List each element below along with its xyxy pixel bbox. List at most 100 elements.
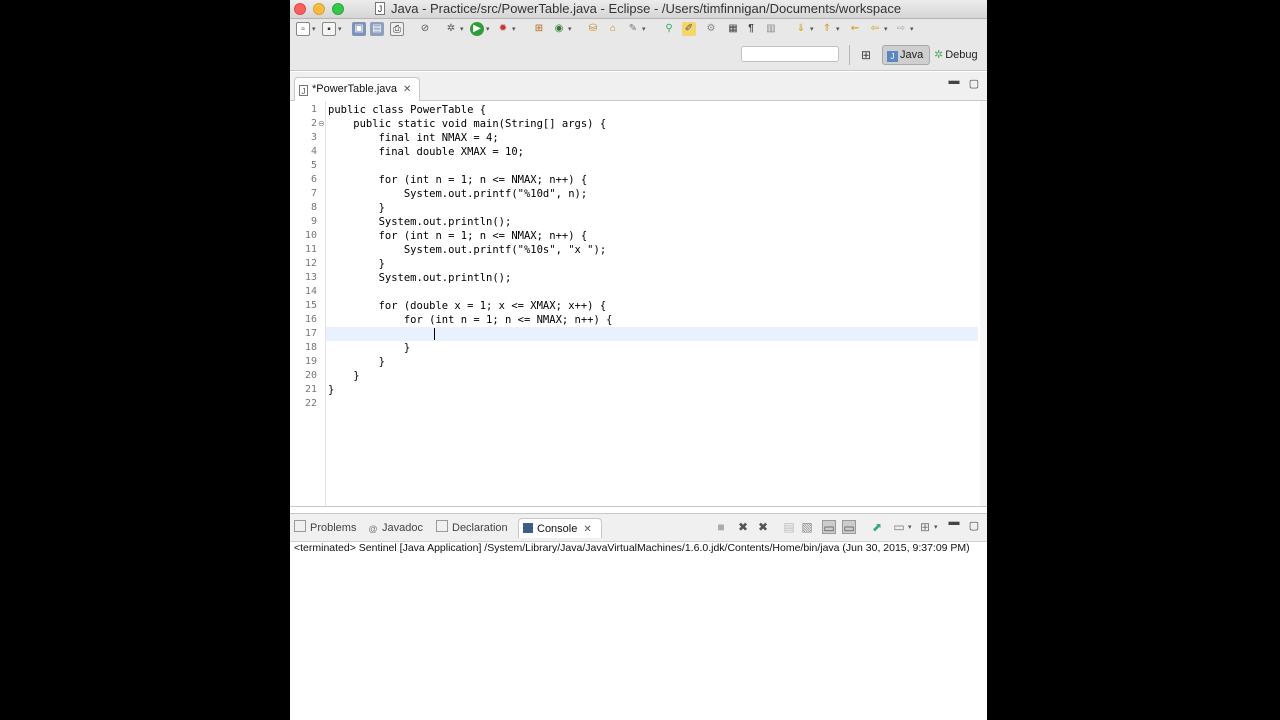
minimize-editor-icon[interactable]: ▬ [948, 75, 960, 87]
debug-gear-icon[interactable]: ✲ [444, 22, 458, 36]
editor-scrollbar[interactable] [980, 101, 987, 506]
editor-tab-powertable[interactable]: J *PowerTable.java ✕ [294, 77, 420, 101]
code-line[interactable]: 22 [290, 397, 987, 411]
code-text: final double XMAX = 10; [328, 146, 524, 158]
search-dropdown-icon[interactable]: ▾ [642, 25, 646, 33]
search-icon[interactable]: ✎ [626, 22, 640, 36]
tab-console[interactable]: Console ✕ [518, 518, 602, 538]
remove-launch-icon[interactable]: ✖ [736, 520, 750, 534]
open-folder-icon[interactable]: ⌂ [606, 22, 620, 36]
next-annotation-dropdown-icon[interactable]: ▾ [810, 25, 814, 33]
save-icon[interactable]: ▣ [352, 22, 366, 36]
tab-javadoc[interactable]: @ Javadoc [368, 518, 423, 538]
code-line[interactable]: 18 } [290, 341, 987, 355]
line-number: 10 [304, 230, 317, 241]
code-line[interactable]: 9 System.out.println(); [290, 215, 987, 229]
previous-annotation-dropdown-icon[interactable]: ▾ [836, 25, 840, 33]
code-line[interactable]: 13 System.out.println(); [290, 271, 987, 285]
display-console-icon[interactable]: ▭ [892, 520, 906, 534]
code-line[interactable]: 8 } [290, 201, 987, 215]
new-java-class-icon[interactable]: ◉ [552, 22, 566, 36]
remove-all-launches-icon[interactable]: ✖ [756, 520, 770, 534]
print-icon[interactable]: ⎙ [390, 22, 404, 36]
debug-dropdown-icon[interactable]: ▾ [460, 25, 464, 33]
scroll-lock-icon[interactable]: ▧ [800, 520, 814, 534]
console-status-text: <terminated> Sentinel [Java Application]… [294, 542, 970, 554]
markers-icon[interactable]: ▥ [764, 22, 778, 36]
maximize-console-icon[interactable]: ▢ [968, 519, 980, 532]
toolbar-separator [849, 45, 850, 65]
debug-icon[interactable]: ✹ [496, 22, 510, 36]
back-icon[interactable]: ⇦ [868, 22, 882, 36]
close-window-button[interactable] [294, 3, 306, 15]
code-line[interactable]: 21} [290, 383, 987, 397]
console-output[interactable] [290, 556, 987, 720]
java-perspective-button[interactable]: J Java [882, 45, 930, 65]
open-console-dropdown-icon[interactable]: ▾ [934, 523, 938, 531]
declaration-icon [436, 520, 448, 532]
open-console-icon[interactable]: ⊞ [918, 520, 932, 534]
pin-console-icon[interactable]: ⬈ [870, 520, 884, 534]
code-line[interactable]: 10 for (int n = 1; n <= NMAX; n++) { [290, 229, 987, 243]
code-line[interactable]: 7 System.out.printf("%10d", n); [290, 187, 987, 201]
code-line[interactable]: 12 } [290, 257, 987, 271]
open-type-icon[interactable]: ⛁ [586, 22, 600, 36]
code-editor[interactable]: 1 public class PowerTable {2 ⊖ public stat… [290, 101, 987, 507]
code-line[interactable]: 20 } [290, 369, 987, 383]
new-class-dropdown-icon[interactable]: ▾ [568, 25, 572, 33]
show-on-stdout-icon[interactable]: ▭ [822, 520, 836, 535]
code-line[interactable]: 19 } [290, 355, 987, 369]
code-line[interactable]: 14 [290, 285, 987, 299]
minimize-window-button[interactable] [313, 3, 325, 15]
new-project-dropdown-icon[interactable]: ▾ [338, 25, 342, 33]
annotation-icon[interactable]: ⚙ [704, 22, 718, 36]
close-tab-icon[interactable]: ✕ [403, 79, 411, 101]
code-line[interactable]: 11 System.out.printf("%10s", "x "); [290, 243, 987, 257]
last-edit-icon[interactable]: ⇜ [848, 22, 862, 36]
toggle-mark-icon[interactable]: ⚲ [662, 22, 676, 36]
code-line[interactable]: 2 ⊖ public static void main(String[] args… [290, 117, 987, 131]
fold-toggle-icon[interactable]: ⊖ [318, 117, 325, 131]
java-perspective-label: Java [900, 49, 924, 61]
quick-access-input[interactable] [741, 46, 839, 62]
close-console-tab-icon[interactable]: ✕ [583, 520, 591, 540]
new-dropdown-icon[interactable]: ▾ [312, 25, 316, 33]
tab-declaration[interactable]: Declaration [436, 518, 508, 538]
line-number: 7 [310, 188, 317, 199]
code-line[interactable]: 5 [290, 159, 987, 173]
code-line[interactable]: 16 for (int n = 1; n <= NMAX; n++) { [290, 313, 987, 327]
show-on-stderr-icon[interactable]: ▭ [842, 520, 856, 535]
new-project-icon[interactable]: ▪ [322, 22, 336, 36]
code-line[interactable]: 6 for (int n = 1; n <= NMAX; n++) { [290, 173, 987, 187]
clear-console-icon[interactable]: ▤ [782, 520, 796, 534]
save-all-icon[interactable]: ▤ [370, 22, 384, 36]
display-console-dropdown-icon[interactable]: ▾ [908, 523, 912, 531]
next-annotation-icon[interactable]: ⇓ [794, 22, 808, 36]
minimize-console-icon[interactable]: ▬ [948, 516, 960, 528]
maximize-editor-icon[interactable]: ▢ [968, 77, 980, 90]
open-perspective-icon[interactable]: ⊞ [858, 47, 874, 63]
new-icon[interactable]: ▫ [296, 22, 310, 36]
code-text: } [328, 356, 385, 368]
code-line[interactable]: 17 [290, 327, 987, 341]
forward-dropdown-icon[interactable]: ▾ [910, 25, 914, 33]
forward-icon[interactable]: ⇨ [894, 22, 908, 36]
show-whitespace-icon[interactable]: ¶ [744, 22, 758, 36]
debug-perspective-button[interactable]: ✲ Debug [934, 45, 986, 65]
run-dropdown-icon[interactable]: ▾ [486, 25, 490, 33]
code-line[interactable]: 3 final int NMAX = 4; [290, 131, 987, 145]
run-icon[interactable]: ▶ [470, 22, 484, 36]
debug-run-dropdown-icon[interactable]: ▾ [512, 25, 516, 33]
code-line[interactable]: 1 public class PowerTable { [290, 103, 987, 117]
code-line[interactable]: 4 final double XMAX = 10; [290, 145, 987, 159]
previous-annotation-icon[interactable]: ⇑ [820, 22, 834, 36]
back-dropdown-icon[interactable]: ▾ [884, 25, 888, 33]
tab-problems[interactable]: Problems [294, 518, 356, 538]
new-java-package-icon[interactable]: ⊞ [532, 22, 546, 36]
block-selection-icon[interactable]: ▦ [726, 22, 740, 36]
code-line[interactable]: 15 for (double x = 1; x <= XMAX; x++) { [290, 299, 987, 313]
skip-breakpoints-icon[interactable]: ⊘ [418, 22, 432, 36]
pen-icon[interactable]: ✐ [682, 22, 696, 36]
zoom-window-button[interactable] [332, 3, 344, 15]
terminate-icon[interactable]: ■ [714, 520, 728, 534]
